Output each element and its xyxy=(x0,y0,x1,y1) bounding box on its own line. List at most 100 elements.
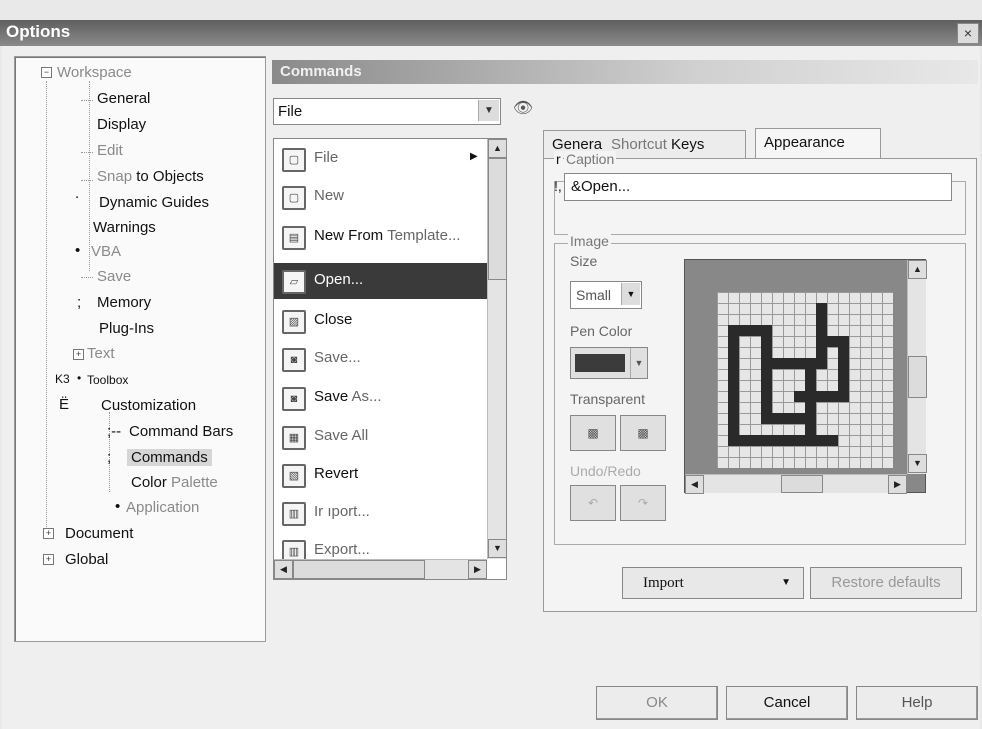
import-button-label: Import xyxy=(643,575,684,591)
command-category-select[interactable]: File ▼ xyxy=(273,98,501,125)
tree-item-general[interactable]: General xyxy=(97,90,150,107)
tree-mark: . xyxy=(75,185,80,202)
transparent-bg-icon: ▩ xyxy=(637,426,649,440)
tree-item-snap-to-objects[interactable]: Snap to Objects xyxy=(97,168,204,185)
tree-item-color-palette[interactable]: Color Palette xyxy=(131,474,218,491)
transparent-bg-button[interactable]: ▩ xyxy=(620,415,666,451)
list-item-label-a: New From xyxy=(314,227,384,244)
tree-item-workspace[interactable]: Workspace xyxy=(57,64,132,81)
command-category-value: File xyxy=(278,103,303,120)
list-item-close[interactable]: ▨ Close xyxy=(274,303,506,339)
expand-icon[interactable]: + xyxy=(73,349,84,360)
tree-item-text[interactable]: Text xyxy=(87,345,115,362)
scroll-right-icon[interactable]: ▶ xyxy=(888,475,907,494)
tree-item-toolbox[interactable]: Toolbox xyxy=(87,373,128,387)
size-select[interactable]: Small ▼ xyxy=(570,281,642,309)
chevron-down-icon[interactable]: ▼ xyxy=(478,100,499,121)
tree-item-plug-ins[interactable]: Plug-Ins xyxy=(99,320,154,337)
cancel-button[interactable]: Cancel xyxy=(726,686,848,720)
expand-icon[interactable]: + xyxy=(43,528,54,539)
transparent-fg-button[interactable]: ▩ xyxy=(570,415,616,451)
scroll-thumb[interactable] xyxy=(488,158,507,280)
pen-color-label: Pen Color xyxy=(570,323,633,339)
options-tree[interactable]: − Workspace General Display Edit Snap to… xyxy=(14,56,266,642)
scroll-thumb[interactable] xyxy=(781,475,823,493)
tree-item-global[interactable]: Global xyxy=(65,551,108,568)
tree-item-warnings[interactable]: Warnings xyxy=(93,219,156,236)
tab-shortcut-label-a: Shortcut xyxy=(611,136,667,153)
list-item-new-from-template[interactable]: ▤ New From Template... xyxy=(274,219,506,255)
tab-shortcut-keys[interactable]: Shortcut Keys xyxy=(603,130,746,159)
chevron-down-icon[interactable]: ▼ xyxy=(630,348,647,378)
tree-mark: Ë xyxy=(59,396,70,413)
list-item-import[interactable]: ▥ Ir ıport... xyxy=(274,495,506,531)
close-document-icon: ▨ xyxy=(282,310,306,334)
scroll-thumb[interactable] xyxy=(293,560,425,579)
scroll-down-icon[interactable]: ▼ xyxy=(488,539,507,558)
expand-icon[interactable]: + xyxy=(43,554,54,565)
redo-button[interactable]: ↷ xyxy=(620,485,666,521)
tree-item-memory[interactable]: Memory xyxy=(97,294,151,311)
scroll-up-icon[interactable]: ▲ xyxy=(908,260,927,279)
tree-mark: K3 xyxy=(55,372,70,386)
scroll-left-icon[interactable]: ◀ xyxy=(274,560,293,579)
chevron-down-icon[interactable]: ▼ xyxy=(781,568,791,598)
horizontal-scrollbar[interactable]: ◀ ▶ xyxy=(274,559,487,579)
list-item-label: Save All xyxy=(314,427,369,444)
tree-item-commands[interactable]: Commands xyxy=(127,449,212,466)
window-title: Options xyxy=(6,22,71,41)
tree-mark: ; xyxy=(77,294,82,311)
find-binoculars-icon[interactable]: 👁 xyxy=(510,96,536,122)
revert-icon: ▧ xyxy=(282,464,306,488)
tree-mark: • xyxy=(77,371,82,385)
pixel-stroke xyxy=(728,435,838,446)
save-as-icon: ◙ xyxy=(282,387,306,411)
list-item-save[interactable]: ◙ Save... xyxy=(274,341,506,377)
tree-item-color-a: Color xyxy=(131,474,167,491)
list-item-file[interactable]: ▢ File ▶ xyxy=(274,141,506,177)
list-item-revert[interactable]: ▧ Revert xyxy=(274,457,506,493)
tree-item-save[interactable]: Save xyxy=(97,268,131,285)
icon-pixel-editor[interactable]: ▲ ▼ ◀ ▶ xyxy=(684,259,927,494)
list-item-save-as[interactable]: ◙ Save As... xyxy=(274,380,506,416)
tree-line xyxy=(81,152,93,153)
chevron-down-icon[interactable]: ▼ xyxy=(621,283,640,305)
tree-item-customization[interactable]: Customization xyxy=(101,397,196,414)
list-item-label: New xyxy=(314,187,345,204)
import-button[interactable]: Import ▼ xyxy=(622,567,804,599)
editor-vertical-scrollbar[interactable]: ▲ ▼ xyxy=(907,260,927,474)
scroll-up-icon[interactable]: ▲ xyxy=(488,139,507,158)
tree-item-snap-a: Snap xyxy=(97,168,133,185)
pixel-grid[interactable] xyxy=(717,292,893,468)
tree-item-edit[interactable]: Edit xyxy=(97,142,123,159)
tree-mark: • xyxy=(115,498,121,515)
list-item-save-all[interactable]: ▦ Save All xyxy=(274,419,506,455)
collapse-icon[interactable]: − xyxy=(41,67,52,78)
list-item-label: Close xyxy=(314,311,353,328)
list-item-new[interactable]: ▢ New xyxy=(274,179,506,215)
restore-defaults-button[interactable]: Restore defaults xyxy=(810,567,962,599)
caption-input[interactable]: &Open... xyxy=(564,173,952,201)
close-button[interactable]: × xyxy=(957,23,979,44)
help-button[interactable]: Help xyxy=(856,686,978,720)
scroll-thumb[interactable] xyxy=(908,356,927,398)
tree-item-document[interactable]: Document xyxy=(65,525,133,542)
tree-item-command-bars[interactable]: Command Bars xyxy=(129,423,233,440)
tree-item-vba[interactable]: VBA xyxy=(91,243,121,260)
tree-item-dynamic-guides[interactable]: Dynamic Guides xyxy=(99,194,209,211)
import-icon: ▥ xyxy=(282,502,306,526)
tree-item-application[interactable]: Application xyxy=(126,499,199,516)
scroll-down-icon[interactable]: ▼ xyxy=(908,454,927,473)
editor-horizontal-scrollbar[interactable]: ◀ ▶ xyxy=(685,474,907,494)
list-item-label-a: Save xyxy=(314,388,349,405)
undo-button[interactable]: ↶ xyxy=(570,485,616,521)
list-item-open[interactable]: ▱ Open... xyxy=(274,263,504,299)
pen-color-picker[interactable]: ▼ xyxy=(570,347,648,379)
tab-appearance[interactable]: Appearance xyxy=(755,128,881,159)
ok-button[interactable]: OK xyxy=(596,686,718,720)
scroll-right-icon[interactable]: ▶ xyxy=(468,560,487,579)
tree-item-display[interactable]: Display xyxy=(97,116,146,133)
vertical-scrollbar[interactable]: ▲ ▼ xyxy=(487,139,507,559)
commands-list[interactable]: ▢ File ▶ ▢ New ▤ New From Template... ▱ … xyxy=(273,138,507,580)
scroll-left-icon[interactable]: ◀ xyxy=(685,475,704,494)
